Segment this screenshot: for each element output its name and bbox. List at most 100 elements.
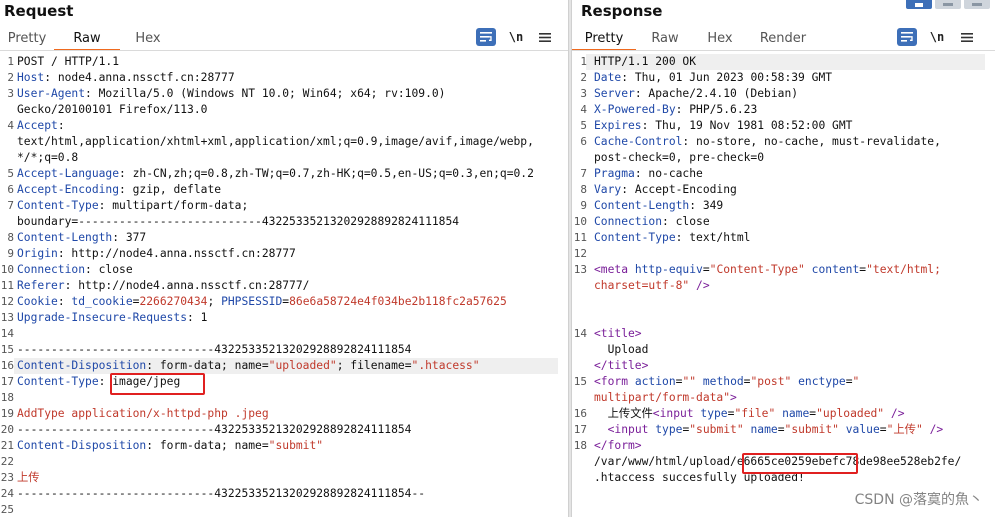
code-line: Accept-Language: zh-CN,zh;q=0.8,zh-TW;q=… — [17, 167, 534, 180]
code-line: -----------------------------43225335213… — [17, 487, 426, 500]
line-number: 4 — [7, 119, 14, 132]
request-tabs: Pretty Raw Hex — [0, 28, 176, 51]
code-line: text/html,application/xhtml+xml,applicat… — [17, 135, 534, 148]
layout-horizontal-icon[interactable] — [935, 0, 961, 9]
code-line: Connection: close — [594, 215, 710, 228]
line-number: 13 — [573, 263, 587, 276]
request-menu-button[interactable] — [535, 28, 555, 46]
line-number: 1 — [7, 55, 14, 68]
line-number: 24 — [0, 487, 14, 500]
request-title: Request — [4, 2, 74, 20]
code-line: Date: Thu, 01 Jun 2023 00:58:39 GMT — [594, 71, 833, 84]
layout-toggles — [903, 0, 990, 9]
watermark: CSDN @落寞的魚丶 — [854, 492, 983, 508]
line-number: 15 — [0, 343, 14, 356]
response-editor[interactable]: 1 HTTP/1.1 200 OK 2 Date: Thu, 01 Jun 2023 … — [572, 53, 995, 517]
line-number: 11 — [0, 279, 14, 292]
highlight-content-type-box — [110, 373, 205, 395]
layout-tabs-icon[interactable] — [964, 0, 990, 9]
tab-hex[interactable]: Hex — [120, 28, 176, 51]
code-line: POST / HTTP/1.1 — [17, 55, 120, 68]
code-line: Origin: http://node4.anna.nssctf.cn:2877… — [17, 247, 296, 260]
line-number: 18 — [573, 439, 587, 452]
line-number: 21 — [0, 439, 14, 452]
code-line: Accept: — [17, 119, 65, 132]
line-number: 6 — [580, 135, 587, 148]
line-number: 15 — [573, 375, 587, 388]
code-line: Content-Disposition: form-data; name="up… — [17, 359, 480, 372]
code-line: Content-Length: 377 — [17, 231, 147, 244]
line-number: 4 — [580, 103, 587, 116]
tab-render[interactable]: Render — [746, 28, 820, 51]
tab-raw[interactable]: Raw — [636, 28, 694, 51]
code-line: Gecko/20100101 Firefox/113.0 — [17, 103, 208, 116]
response-menu-button[interactable] — [957, 28, 977, 46]
line-number: 10 — [0, 263, 14, 276]
line-number: 1 — [580, 55, 587, 68]
hamburger-menu-icon — [961, 32, 973, 42]
code-line: Host: node4.anna.nssctf.cn:28777 — [17, 71, 235, 84]
line-number: 16 — [0, 359, 14, 372]
line-number: 7 — [7, 199, 14, 212]
code-line: HTTP/1.1 200 OK — [594, 55, 697, 68]
response-newline-toggle[interactable]: \n — [927, 28, 947, 46]
code-line: <title> — [594, 327, 642, 340]
code-line: Accept-Encoding: gzip, deflate — [17, 183, 222, 196]
line-number: 9 — [7, 247, 14, 260]
code-line: */*;q=0.8 — [17, 151, 79, 164]
code-line: 上传 — [17, 471, 40, 484]
line-number: 23 — [0, 471, 14, 484]
code-line: X-Powered-By: PHP/5.6.23 — [594, 103, 758, 116]
line-number: 8 — [7, 231, 14, 244]
highlight-uploaded-box — [742, 453, 858, 474]
code-line: Pragma: no-cache — [594, 167, 703, 180]
line-number: 5 — [580, 119, 587, 132]
code-line: Connection: close — [17, 263, 133, 276]
tab-hex[interactable]: Hex — [694, 28, 746, 51]
line-number: 25 — [0, 503, 14, 516]
code-line: -----------------------------43225335213… — [17, 343, 412, 356]
line-number: 10 — [573, 215, 587, 228]
code-line: 上传文件<input type="file" name="uploaded" /… — [594, 407, 905, 420]
code-line: Upgrade-Insecure-Requests: 1 — [17, 311, 208, 324]
line-number: 3 — [7, 87, 14, 100]
response-pretty-print-toggle[interactable] — [897, 28, 917, 46]
code-line: Expires: Thu, 19 Nov 1981 08:52:00 GMT — [594, 119, 853, 132]
request-pretty-print-toggle[interactable] — [476, 28, 496, 46]
code-line: </title> — [594, 359, 649, 372]
code-line: Content-Type: text/html — [594, 231, 751, 244]
line-number: 9 — [580, 199, 587, 212]
tab-pretty[interactable]: Pretty — [572, 28, 636, 51]
hamburger-menu-icon — [539, 32, 551, 42]
line-number: 3 — [580, 87, 587, 100]
request-pane: Request Pretty Raw Hex \n 1 POST / HTTP/1.1… — [0, 0, 568, 517]
code-line: Upload — [594, 343, 649, 356]
line-number: 19 — [0, 407, 14, 420]
code-line: Vary: Accept-Encoding — [594, 183, 737, 196]
tab-raw[interactable]: Raw — [54, 28, 120, 51]
line-number: 18 — [0, 391, 14, 404]
request-newline-toggle[interactable]: \n — [506, 28, 526, 46]
code-line: multipart/form-data"> — [594, 391, 737, 404]
line-number: 16 — [573, 407, 587, 420]
code-line: <form action="" method="post" enctype=" — [594, 375, 860, 388]
line-number: 8 — [580, 183, 587, 196]
line-number: 12 — [0, 295, 14, 308]
wrap-lines-icon — [480, 32, 492, 42]
line-number: 12 — [573, 247, 587, 260]
response-tabs: Pretty Raw Hex Render — [572, 28, 820, 51]
wrap-lines-icon — [901, 32, 913, 42]
layout-side-by-side-icon[interactable] — [906, 0, 932, 9]
request-editor[interactable]: 1 POST / HTTP/1.1 2 Host: node4.anna.nssctf… — [0, 53, 568, 517]
line-number: 11 — [573, 231, 587, 244]
code-line: post-check=0, pre-check=0 — [594, 151, 765, 164]
code-line: Server: Apache/2.4.10 (Debian) — [594, 87, 799, 100]
line-number: 13 — [0, 311, 14, 324]
tab-pretty[interactable]: Pretty — [0, 28, 54, 51]
line-number: 14 — [573, 327, 587, 340]
line-number: 17 — [0, 375, 14, 388]
code-line: Content-Length: 349 — [594, 199, 724, 212]
line-number: 17 — [573, 423, 587, 436]
code-line: Content-Type: multipart/form-data; — [17, 199, 249, 212]
code-line: charset=utf-8" /> — [594, 279, 710, 292]
